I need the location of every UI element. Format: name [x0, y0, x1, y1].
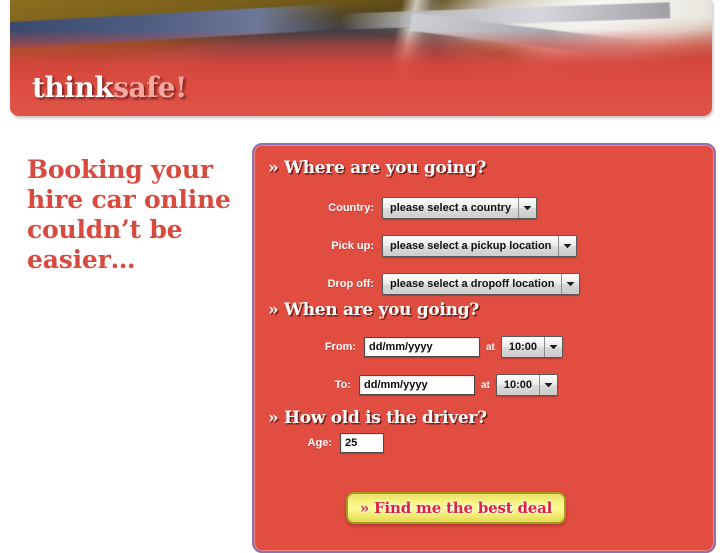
section-heading-where: » Where are you going? [268, 158, 486, 178]
logo-text-think: think [32, 71, 114, 104]
chevron-down-icon [518, 198, 537, 218]
dropoff-select[interactable]: please select a dropoff location [382, 273, 581, 295]
to-date-input[interactable]: dd/mm/yyyy [359, 375, 475, 395]
to-at-label: at [481, 379, 490, 391]
from-at-label: at [486, 341, 495, 353]
chevron-down-icon [539, 375, 558, 395]
from-time-value: 10:00 [508, 341, 538, 353]
dropoff-select-value: please select a dropoff location [390, 278, 555, 290]
pickup-select-value: please select a pickup location [390, 240, 552, 252]
field-row-dropoff: Drop off: please select a dropoff locati… [254, 273, 714, 295]
field-row-pickup: Pick up: please select a pickup location [254, 235, 714, 257]
to-time-select[interactable]: 10:00 [495, 374, 559, 396]
age-label: Age: [307, 437, 332, 449]
section-heading-when: » When are you going? [268, 300, 479, 320]
field-row-age: Age: 25 [254, 433, 714, 453]
logo-text-safe: safe! [113, 71, 187, 104]
promo-heading: Booking your hire car online couldn’t be… [27, 155, 231, 274]
field-row-country: Country: please select a country [254, 197, 714, 219]
header-banner: thinksafe! [10, 0, 712, 116]
chevron-down-icon [544, 337, 563, 357]
from-time-select[interactable]: 10:00 [500, 336, 564, 358]
country-select-value: please select a country [390, 202, 512, 214]
booking-form-panel: » Where are you going? Country: please s… [252, 143, 716, 553]
field-row-from: From: dd/mm/yyyy at 10:00 [254, 336, 714, 358]
field-row-to: To: dd/mm/yyyy at 10:00 [254, 374, 714, 396]
from-label: From: [324, 341, 356, 353]
chevron-down-icon [558, 236, 577, 256]
site-logo[interactable]: thinksafe! [32, 71, 187, 104]
pickup-label: Pick up: [331, 240, 374, 252]
country-select[interactable]: please select a country [382, 197, 538, 219]
find-best-deal-button[interactable]: » Find me the best deal [346, 492, 566, 524]
chevron-down-icon [561, 274, 580, 294]
age-input[interactable]: 25 [340, 433, 384, 453]
pickup-select[interactable]: please select a pickup location [382, 235, 578, 257]
from-date-input[interactable]: dd/mm/yyyy [364, 337, 480, 357]
dropoff-label: Drop off: [327, 278, 374, 290]
section-heading-age: » How old is the driver? [268, 408, 487, 428]
to-time-value: 10:00 [503, 379, 533, 391]
country-label: Country: [328, 202, 374, 214]
find-best-deal-label: » Find me the best deal [359, 499, 553, 517]
to-label: To: [334, 379, 351, 391]
